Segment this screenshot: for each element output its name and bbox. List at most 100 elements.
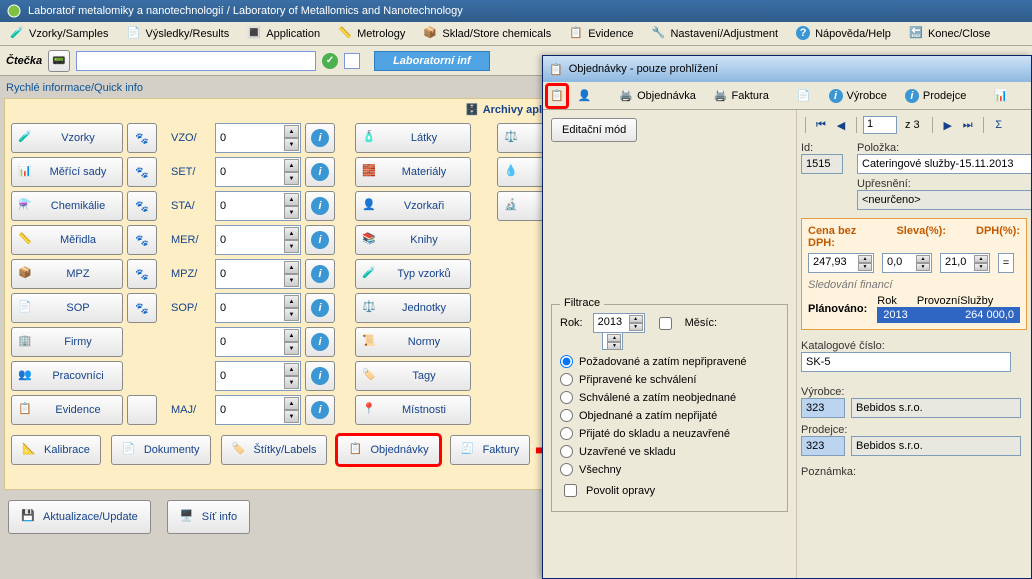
- leftbtn-7[interactable]: 👥Pracovníci: [11, 361, 123, 391]
- menu-evidence[interactable]: 📋Evidence: [565, 24, 637, 44]
- menu-samples[interactable]: 🧪Vzorky/Samples: [6, 24, 112, 44]
- stitky-button[interactable]: 🏷️Štítky/Labels: [221, 435, 328, 465]
- year-spinner[interactable]: 2013▲▼: [593, 313, 645, 333]
- leftbtn-2[interactable]: ⚗️Chemikálie: [11, 191, 123, 221]
- menu-adjustment[interactable]: 🔧Nastavení/Adjustment: [647, 24, 782, 44]
- menu-application[interactable]: 🔳Application: [243, 24, 324, 44]
- katalog-field[interactable]: SK-5: [801, 352, 1011, 372]
- reader-input[interactable]: [76, 51, 316, 71]
- infobutton-4[interactable]: i: [305, 259, 335, 289]
- allow-edits-checkbox[interactable]: [564, 484, 577, 497]
- filter-radio-4[interactable]: Přijaté do skladu a neuzavřené: [560, 427, 779, 440]
- infobutton-5[interactable]: i: [305, 293, 335, 323]
- rightbtn-2[interactable]: 👤Vzorkaři: [355, 191, 471, 221]
- leftbtn-4[interactable]: 📦MPZ: [11, 259, 123, 289]
- filter-radio-input-6[interactable]: [560, 463, 573, 476]
- filter-radio-6[interactable]: Všechny: [560, 463, 779, 476]
- cena-field[interactable]: 247,93▲▼: [808, 253, 874, 273]
- rightbtn-1[interactable]: 🧱Materiály: [355, 157, 471, 187]
- objednavky-button[interactable]: 📋Objednávky: [337, 435, 439, 465]
- numfield-8[interactable]: 0▲▼: [215, 395, 301, 425]
- edit-mode-button[interactable]: Editační mód: [551, 118, 637, 142]
- tool-order-button[interactable]: 🖨️Objednávka: [612, 85, 702, 107]
- auxbtn-0[interactable]: 🐾: [127, 123, 157, 153]
- pager-first[interactable]: ⏮: [812, 116, 830, 134]
- filter-radio-input-1[interactable]: [560, 373, 573, 386]
- kalibrace-button[interactable]: 📐Kalibrace: [11, 435, 101, 465]
- numfield-0[interactable]: 0▲▼: [215, 123, 301, 153]
- rightbtn-3[interactable]: 📚Knihy: [355, 225, 471, 255]
- menu-results[interactable]: 📄Výsledky/Results: [122, 24, 233, 44]
- menu-store[interactable]: 📦Sklad/Store chemicals: [419, 24, 555, 44]
- rightbtn-7[interactable]: 🏷️Tagy: [355, 361, 471, 391]
- infobutton-2[interactable]: i: [305, 191, 335, 221]
- tool-user-button[interactable]: 👤: [571, 85, 599, 107]
- leftbtn-0[interactable]: 🧪Vzorky: [11, 123, 123, 153]
- rightbtn-8[interactable]: 📍Místnosti: [355, 395, 471, 425]
- filter-radio-3[interactable]: Objednané a zatím nepřijaté: [560, 409, 779, 422]
- numfield-1[interactable]: 0▲▼: [215, 157, 301, 187]
- leftbtn-8[interactable]: 📋Evidence: [11, 395, 123, 425]
- pager-next[interactable]: ▶: [939, 116, 957, 134]
- numfield-5[interactable]: 0▲▼: [215, 293, 301, 323]
- network-button[interactable]: 🖥️Síť info: [167, 500, 250, 534]
- tool-list-button[interactable]: 📋: [547, 85, 567, 107]
- filter-radio-input-0[interactable]: [560, 355, 573, 368]
- numfield-2[interactable]: 0▲▼: [215, 191, 301, 221]
- tool-manufacturer-button[interactable]: iVýrobce: [822, 85, 894, 107]
- rightbtn-6[interactable]: 📜Normy: [355, 327, 471, 357]
- menu-metrology[interactable]: 📏Metrology: [334, 24, 409, 44]
- polozka-field[interactable]: Cateringové služby-15.11.2013: [857, 154, 1031, 174]
- auxbtn-8[interactable]: [127, 395, 157, 425]
- pager-sum[interactable]: Σ: [990, 116, 1008, 134]
- infobutton-1[interactable]: i: [305, 157, 335, 187]
- menu-close[interactable]: 🔚Konec/Close: [905, 24, 994, 44]
- numfield-6[interactable]: 0▲▼: [215, 327, 301, 357]
- dph-field[interactable]: 21,0▲▼: [940, 253, 990, 273]
- auxbtn-3[interactable]: 🐾: [127, 225, 157, 255]
- rightbtn-0[interactable]: 🧴Látky: [355, 123, 471, 153]
- tool-page-button[interactable]: 📄: [790, 85, 818, 107]
- allow-edits-check[interactable]: Povolit opravy: [560, 481, 779, 500]
- tool-chart-button[interactable]: 📊: [987, 85, 1015, 107]
- tool-seller-button[interactable]: iProdejce: [898, 85, 973, 107]
- leftbtn-5[interactable]: 📄SOP: [11, 293, 123, 323]
- filter-radio-1[interactable]: Připravené ke schválení: [560, 373, 779, 386]
- infobutton-3[interactable]: i: [305, 225, 335, 255]
- filter-radio-0[interactable]: Požadované a zatím nepřipravené: [560, 355, 779, 368]
- rightbtn-5[interactable]: ⚖️Jednotky: [355, 293, 471, 323]
- vyrobce-id-field[interactable]: 323: [801, 398, 845, 418]
- faktury-button[interactable]: 🧾Faktury: [450, 435, 531, 465]
- ok-icon[interactable]: ✓: [322, 53, 338, 69]
- mini-square-button[interactable]: [344, 53, 360, 69]
- leftbtn-6[interactable]: 🏢Firmy: [11, 327, 123, 357]
- month-checkbox[interactable]: [659, 317, 672, 330]
- menu-help[interactable]: ?Nápověda/Help: [792, 24, 895, 44]
- filter-radio-input-2[interactable]: [560, 391, 573, 404]
- month-spinner[interactable]: 11▲▼: [602, 332, 623, 350]
- leftbtn-3[interactable]: 📏Měřidla: [11, 225, 123, 255]
- prodejce-id-field[interactable]: 323: [801, 436, 845, 456]
- filter-radio-input-5[interactable]: [560, 445, 573, 458]
- sleva-field[interactable]: 0,0▲▼: [882, 253, 932, 273]
- upresneni-field[interactable]: <neurčeno>: [857, 190, 1031, 210]
- filter-radio-5[interactable]: Uzavřené ve skladu: [560, 445, 779, 458]
- update-button[interactable]: 💾Aktualizace/Update: [8, 500, 151, 534]
- numfield-7[interactable]: 0▲▼: [215, 361, 301, 391]
- numfield-3[interactable]: 0▲▼: [215, 225, 301, 255]
- infobutton-8[interactable]: i: [305, 395, 335, 425]
- auxbtn-1[interactable]: 🐾: [127, 157, 157, 187]
- dokumenty-button[interactable]: 📄Dokumenty: [111, 435, 211, 465]
- filter-radio-input-3[interactable]: [560, 409, 573, 422]
- numfield-4[interactable]: 0▲▼: [215, 259, 301, 289]
- infobutton-6[interactable]: i: [305, 327, 335, 357]
- auxbtn-5[interactable]: 🐾: [127, 293, 157, 323]
- filter-radio-2[interactable]: Schválené a zatím neobjednané: [560, 391, 779, 404]
- leftbtn-1[interactable]: 📊Měřící sady: [11, 157, 123, 187]
- pager-prev[interactable]: ◀: [832, 116, 850, 134]
- rightbtn-4[interactable]: 🧪Typ vzorků: [355, 259, 471, 289]
- reader-device-icon[interactable]: 📟: [48, 50, 70, 72]
- filter-radio-input-4[interactable]: [560, 427, 573, 440]
- infobutton-0[interactable]: i: [305, 123, 335, 153]
- auxbtn-4[interactable]: 🐾: [127, 259, 157, 289]
